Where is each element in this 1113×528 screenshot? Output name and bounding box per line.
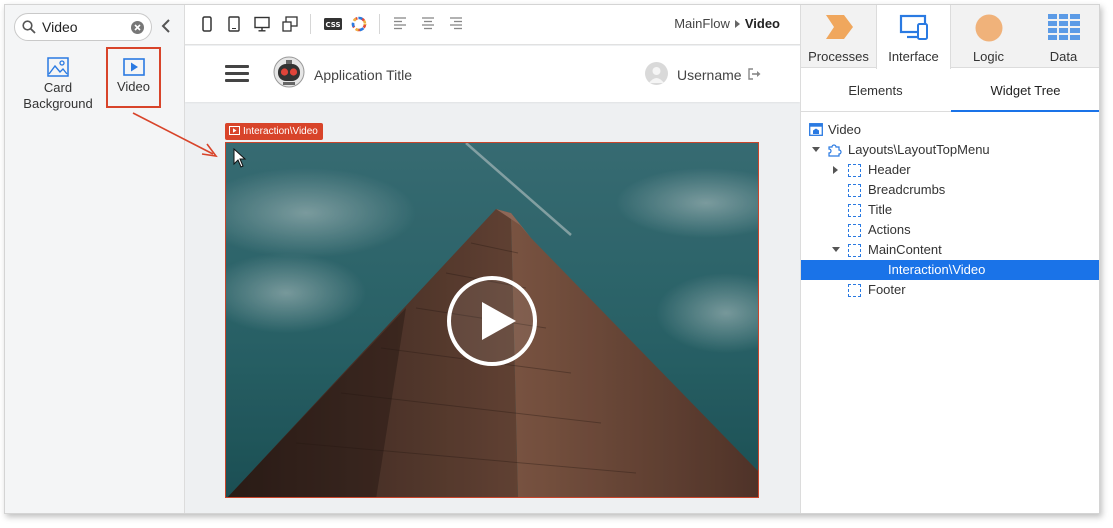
widget-tree: Video Layouts\LayoutTopMenu Header Bread… <box>801 120 1099 300</box>
tab-processes[interactable]: Processes <box>801 5 876 68</box>
toolbox-panel: Card Background Video <box>5 5 185 513</box>
tab-interface[interactable]: Interface <box>876 5 951 69</box>
collapse-arrow-icon[interactable] <box>832 247 840 252</box>
tab-logic[interactable]: Logic <box>951 5 1026 68</box>
expand-arrow-icon[interactable] <box>833 166 838 174</box>
breadcrumb-separator-icon <box>734 20 740 29</box>
tree-node-footer[interactable]: Footer <box>801 280 1099 300</box>
video-widget-label: Interaction\Video <box>225 123 323 140</box>
svg-text:CSS: CSS <box>325 21 340 29</box>
mouse-cursor-icon <box>233 148 247 168</box>
app-header: Application Title Username <box>185 46 800 102</box>
collapse-arrow-icon[interactable] <box>812 147 820 152</box>
tree-node-label: Interaction\Video <box>888 262 986 277</box>
video-widget[interactable] <box>225 142 759 498</box>
tree-node-title[interactable]: Title <box>801 200 1099 220</box>
align-center-icon[interactable] <box>421 16 435 30</box>
theme-icon[interactable] <box>351 16 367 32</box>
processes-icon <box>825 15 853 39</box>
tree-node-label: MainContent <box>868 242 942 257</box>
align-right-icon[interactable] <box>449 16 463 30</box>
toolbar-divider <box>379 14 380 34</box>
tab-elements[interactable]: Elements <box>801 69 950 112</box>
play-button[interactable] <box>447 276 537 366</box>
placeholder-icon <box>848 164 861 177</box>
placeholder-icon <box>848 284 861 297</box>
search-input[interactable] <box>42 18 128 36</box>
toolbox-item-card-background[interactable]: Card Background <box>19 57 97 112</box>
collapse-panel-icon[interactable] <box>161 19 171 33</box>
tree-node-breadcrumbs[interactable]: Breadcrumbs <box>801 180 1099 200</box>
breadcrumb-current: Video <box>744 16 780 31</box>
toolbox-item-video[interactable]: Video <box>106 47 161 108</box>
menu-icon[interactable] <box>225 65 249 82</box>
tab-label: Data <box>1049 49 1078 64</box>
avatar[interactable] <box>645 62 668 85</box>
tab-label: Logic <box>972 49 1005 64</box>
app-logo <box>273 56 305 88</box>
clear-search-icon[interactable] <box>131 21 144 34</box>
interface-icon <box>899 14 928 40</box>
data-icon <box>1047 14 1080 40</box>
placeholder-icon <box>848 244 861 257</box>
toolbox-item-label: Card Background <box>23 80 93 111</box>
tab-data[interactable]: Data <box>1026 5 1099 68</box>
tablet-icon[interactable] <box>228 16 240 32</box>
tab-label: Interface <box>888 49 939 64</box>
canvas-area: CSS MainFlow Video Application Title Use… <box>185 5 800 513</box>
tree-node-label: Footer <box>868 282 906 297</box>
toolbar-divider <box>310 14 311 34</box>
logout-icon[interactable] <box>748 68 761 80</box>
align-left-icon[interactable] <box>393 16 407 30</box>
tree-node-label: Actions <box>868 222 911 237</box>
module-tabs: Processes Interface Logic Data <box>801 5 1099 69</box>
multi-device-icon[interactable] <box>282 16 298 32</box>
video-widget-label-text: Interaction\Video <box>243 126 318 137</box>
tree-node-video-screen[interactable]: Video <box>801 120 1099 140</box>
phone-portrait-icon[interactable] <box>202 16 212 32</box>
breadcrumb: MainFlow Video <box>674 16 780 31</box>
right-panel: Processes Interface Logic Data Elements … <box>800 5 1099 513</box>
canvas-toolbar: CSS MainFlow Video <box>185 5 800 45</box>
username-label[interactable]: Username <box>677 67 742 83</box>
tree-node-label: Layouts\LayoutTopMenu <box>848 142 990 157</box>
app-title: Application Title <box>314 67 413 83</box>
tree-node-label: Title <box>868 202 893 217</box>
tree-node-label: Header <box>868 162 911 177</box>
search-icon <box>22 20 36 34</box>
service-studio-window: Card Background Video CSS <box>4 4 1100 514</box>
breadcrumb-flow[interactable]: MainFlow <box>674 16 730 31</box>
tree-node-interaction-video[interactable]: Interaction\Video <box>801 260 1099 280</box>
placeholder-icon <box>848 184 861 197</box>
tree-node-maincontent[interactable]: MainContent <box>801 240 1099 260</box>
logic-icon <box>975 14 1002 42</box>
desktop-icon[interactable] <box>254 16 270 32</box>
placeholder-icon <box>848 204 861 217</box>
tab-label: Processes <box>808 49 869 64</box>
image-icon <box>47 57 69 77</box>
video-play-icon <box>122 58 145 76</box>
toolbox-item-label: Video <box>116 79 150 94</box>
tree-node-label: Breadcrumbs <box>868 182 946 197</box>
screen-icon <box>809 123 823 136</box>
tree-node-actions[interactable]: Actions <box>801 220 1099 240</box>
tree-node-layout[interactable]: Layouts\LayoutTopMenu <box>801 140 1099 160</box>
block-icon <box>828 144 842 157</box>
css-icon[interactable]: CSS <box>324 16 342 32</box>
toolbox-search[interactable] <box>14 13 152 41</box>
video-play-icon <box>229 125 240 135</box>
tab-widget-tree[interactable]: Widget Tree <box>951 69 1099 112</box>
sub-tabs: Elements Widget Tree <box>801 69 1099 112</box>
tree-node-header[interactable]: Header <box>801 160 1099 180</box>
placeholder-icon <box>848 224 861 237</box>
tree-node-label: Video <box>828 122 862 137</box>
